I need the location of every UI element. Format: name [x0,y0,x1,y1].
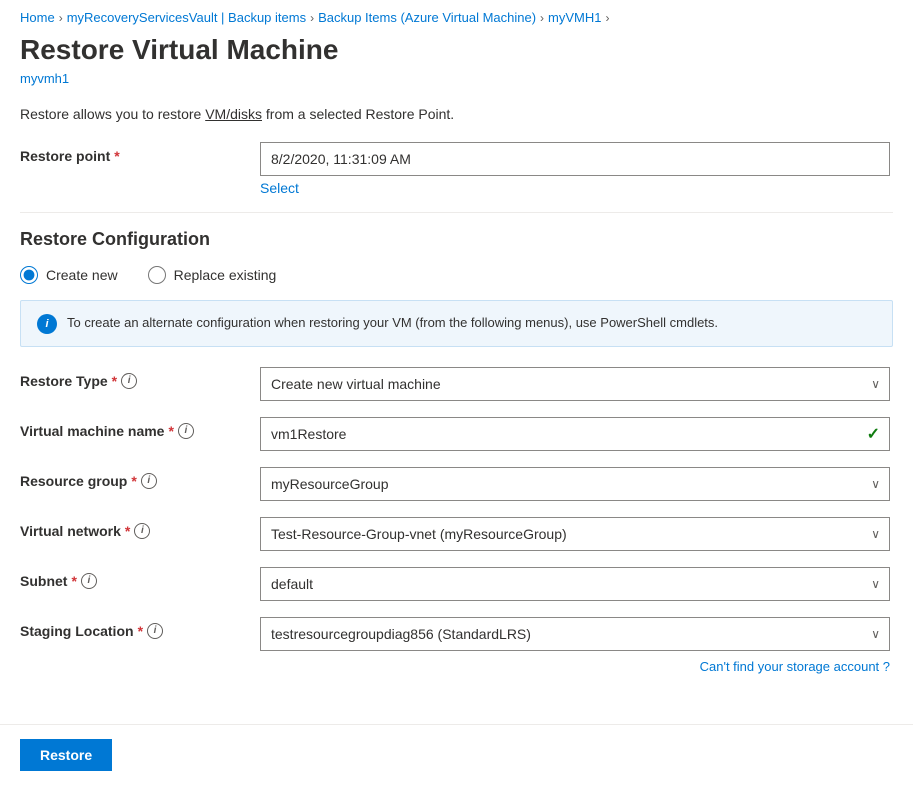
restore-point-section: Restore point * Select [20,142,893,196]
resource-group-dropdown[interactable]: myResourceGroup [260,467,890,501]
resource-group-label: Resource group * i [20,467,260,489]
resource-group-required: * [131,473,136,489]
bottom-bar: Restore [0,724,913,785]
subnet-required: * [71,573,76,589]
staging-location-label: Staging Location * i [20,617,260,639]
description-prefix: Restore allows you to restore [20,106,205,122]
restore-type-dropdown[interactable]: Create new virtual machine Restore disks [260,367,890,401]
select-restore-point-link[interactable]: Select [260,180,893,196]
resource-group-row: Resource group * i myResourceGroup ∨ [20,467,893,501]
restore-type-radio-group: Create new Replace existing [20,266,893,284]
breadcrumb-sep-1: › [59,11,63,25]
resource-group-info-icon[interactable]: i [141,473,157,489]
virtual-network-control: Test-Resource-Group-vnet (myResourceGrou… [260,517,893,551]
restore-point-label: Restore point * [20,142,260,164]
breadcrumb-sep-3: › [540,11,544,25]
info-banner: i To create an alternate configuration w… [20,300,893,347]
description-text: Restore allows you to restore VM/disks f… [20,106,893,122]
virtual-network-dropdown[interactable]: Test-Resource-Group-vnet (myResourceGrou… [260,517,890,551]
breadcrumb-home[interactable]: Home [20,10,55,25]
staging-location-dropdown-container: testresourcegroupdiag856 (StandardLRS) ∨ [260,617,890,651]
restore-type-row: Restore Type * i Create new virtual mach… [20,367,893,401]
description-link: VM/disks [205,106,262,122]
radio-replace-existing-input[interactable] [148,266,166,284]
main-content: Restore Virtual Machine myvmh1 Restore a… [0,33,913,724]
restore-type-info-icon[interactable]: i [121,373,137,389]
vm-name-input[interactable] [260,417,890,451]
breadcrumb-backup-items[interactable]: Backup Items (Azure Virtual Machine) [318,10,536,25]
restore-type-control: Create new virtual machine Restore disks… [260,367,893,401]
subnet-dropdown-container: default ∨ [260,567,890,601]
resource-group-control: myResourceGroup ∨ [260,467,893,501]
staging-location-info-icon[interactable]: i [147,623,163,639]
virtual-network-dropdown-container: Test-Resource-Group-vnet (myResourceGrou… [260,517,890,551]
vm-name-required: * [168,423,173,439]
staging-location-label-text: Staging Location [20,623,134,639]
subnet-dropdown[interactable]: default [260,567,890,601]
virtual-network-required: * [125,523,130,539]
subnet-info-icon[interactable]: i [81,573,97,589]
vm-name-label: Virtual machine name * i [20,417,260,439]
staging-location-row: Staging Location * i testresourcegroupdi… [20,617,893,651]
storage-account-link[interactable]: Can't find your storage account ? [700,659,890,674]
restore-config-section: Restore Configuration Create new Replace… [20,229,893,674]
description-suffix: from a selected Restore Point. [262,106,454,122]
restore-point-row: Restore point * Select [20,142,893,196]
restore-config-title: Restore Configuration [20,229,893,250]
radio-create-new[interactable]: Create new [20,266,118,284]
restore-type-dropdown-container: Create new virtual machine Restore disks… [260,367,890,401]
restore-point-input[interactable] [260,142,890,176]
vm-name-control: ✓ [260,417,893,451]
divider-1 [20,212,893,213]
restore-button[interactable]: Restore [20,739,112,771]
virtual-network-label: Virtual network * i [20,517,260,539]
breadcrumb-sep-2: › [310,11,314,25]
restore-point-control: Select [260,142,893,196]
breadcrumb-sep-4: › [606,11,610,25]
vm-name-info-icon[interactable]: i [178,423,194,439]
restore-type-required: * [112,373,117,389]
breadcrumb-vault[interactable]: myRecoveryServicesVault | Backup items [67,10,306,25]
restore-type-label: Restore Type * i [20,367,260,389]
radio-create-new-input[interactable] [20,266,38,284]
staging-location-control: testresourcegroupdiag856 (StandardLRS) ∨ [260,617,893,651]
page-title: Restore Virtual Machine [20,33,893,67]
radio-create-new-label: Create new [46,267,118,283]
info-banner-text: To create an alternate configuration whe… [67,313,718,333]
restore-type-label-text: Restore Type [20,373,108,389]
staging-location-dropdown[interactable]: testresourcegroupdiag856 (StandardLRS) [260,617,890,651]
resource-group-label-text: Resource group [20,473,127,489]
restore-point-label-text: Restore point [20,148,110,164]
virtual-network-info-icon[interactable]: i [134,523,150,539]
subnet-label: Subnet * i [20,567,260,589]
breadcrumb: Home › myRecoveryServicesVault | Backup … [0,0,913,33]
page-subtitle: myvmh1 [20,71,893,86]
vm-name-row: Virtual machine name * i ✓ [20,417,893,451]
info-banner-icon: i [37,314,57,334]
staging-location-required: * [138,623,143,639]
virtual-network-label-text: Virtual network [20,523,121,539]
restore-point-required: * [114,148,119,164]
storage-link-row: Can't find your storage account ? [20,659,890,674]
vm-name-check-icon: ✓ [867,424,880,444]
subnet-control: default ∨ [260,567,893,601]
radio-replace-existing[interactable]: Replace existing [148,266,277,284]
radio-replace-existing-label: Replace existing [174,267,277,283]
subnet-label-text: Subnet [20,573,67,589]
subnet-row: Subnet * i default ∨ [20,567,893,601]
vm-name-input-container: ✓ [260,417,890,451]
virtual-network-row: Virtual network * i Test-Resource-Group-… [20,517,893,551]
vm-name-label-text: Virtual machine name [20,423,164,439]
resource-group-dropdown-container: myResourceGroup ∨ [260,467,890,501]
breadcrumb-vm[interactable]: myVMH1 [548,10,601,25]
